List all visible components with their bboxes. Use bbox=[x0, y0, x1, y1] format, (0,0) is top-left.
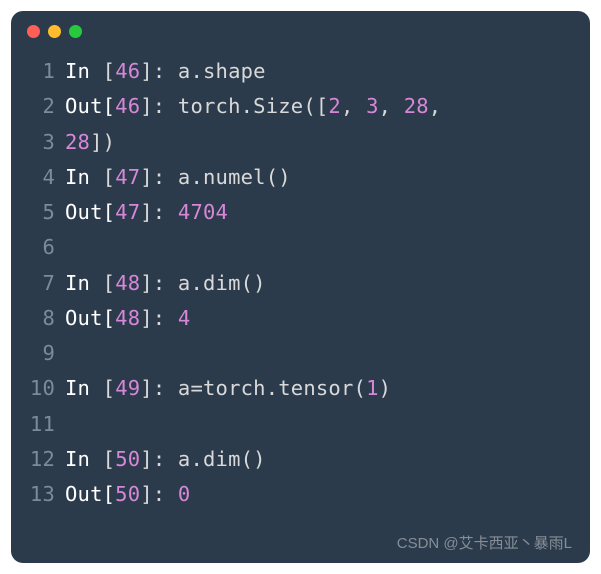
line-number: 13 bbox=[21, 477, 55, 512]
token: [ bbox=[103, 165, 116, 189]
token: ]) bbox=[90, 130, 115, 154]
token: 2 bbox=[328, 94, 341, 118]
code-area: 1In [46]: a.shape2Out[46]: torch.Size([2… bbox=[11, 46, 590, 528]
token: ]: bbox=[140, 94, 178, 118]
line-number: 12 bbox=[21, 442, 55, 477]
token: [ bbox=[103, 271, 116, 295]
token: ]: bbox=[140, 59, 178, 83]
line-content: Out[48]: 4 bbox=[65, 301, 190, 336]
token: , bbox=[341, 94, 366, 118]
token: ]: bbox=[140, 376, 178, 400]
code-line: 4 In [47]: a.numel() bbox=[21, 160, 580, 195]
token: In bbox=[65, 447, 103, 471]
token: In bbox=[65, 165, 103, 189]
token: Out[ bbox=[65, 306, 115, 330]
token: 4 bbox=[178, 306, 191, 330]
line-number: 8 bbox=[21, 301, 55, 336]
token: ) bbox=[379, 376, 392, 400]
token: ]: bbox=[140, 482, 178, 506]
line-number: 5 bbox=[21, 195, 55, 230]
token: torch.Size([ bbox=[178, 94, 329, 118]
line-content: In [49]: a=torch.tensor(1) bbox=[65, 371, 391, 406]
line-content: In [50]: a.dim() bbox=[65, 442, 266, 477]
token: ]: bbox=[140, 271, 178, 295]
token: 46 bbox=[115, 59, 140, 83]
code-line: 11 bbox=[21, 407, 580, 442]
token: Out[ bbox=[65, 94, 115, 118]
token: a.shape bbox=[178, 59, 266, 83]
token: 3 bbox=[366, 94, 379, 118]
watermark-text: CSDN @艾卡西亚丶暴雨L bbox=[397, 532, 572, 553]
token: 0 bbox=[178, 482, 191, 506]
line-content: In [48]: a.dim() bbox=[65, 266, 266, 301]
line-number: 1 bbox=[21, 54, 55, 89]
line-number: 9 bbox=[21, 336, 55, 371]
token: ]: bbox=[140, 200, 178, 224]
token: In bbox=[65, 376, 103, 400]
terminal-window: 1In [46]: a.shape2Out[46]: torch.Size([2… bbox=[11, 11, 590, 563]
line-content: Out[47]: 4704 bbox=[65, 195, 228, 230]
minimize-icon[interactable] bbox=[48, 25, 61, 38]
code-line: 8 Out[48]: 4 bbox=[21, 301, 580, 336]
token: , bbox=[379, 94, 404, 118]
token: 28 bbox=[404, 94, 429, 118]
token: 46 bbox=[115, 94, 140, 118]
line-number: 7 bbox=[21, 266, 55, 301]
token: 28 bbox=[65, 130, 90, 154]
token: 47 bbox=[115, 165, 140, 189]
code-line: 3 28]) bbox=[21, 125, 580, 160]
token: 1 bbox=[366, 376, 379, 400]
token: [ bbox=[103, 59, 116, 83]
token: a.numel() bbox=[178, 165, 291, 189]
line-content: Out[50]: 0 bbox=[65, 477, 190, 512]
code-line: 10 In [49]: a=torch.tensor(1) bbox=[21, 371, 580, 406]
token: [ bbox=[103, 376, 116, 400]
token: 49 bbox=[115, 376, 140, 400]
code-line: 13 Out[50]: 0 bbox=[21, 477, 580, 512]
token: a=torch.tensor( bbox=[178, 376, 366, 400]
token: 50 bbox=[115, 447, 140, 471]
line-number: 2 bbox=[21, 89, 55, 124]
code-line: 5 Out[47]: 4704 bbox=[21, 195, 580, 230]
token: ]: bbox=[140, 165, 178, 189]
token: 48 bbox=[115, 306, 140, 330]
token: 47 bbox=[115, 200, 140, 224]
token: Out[ bbox=[65, 200, 115, 224]
code-line: 1 In [46]: a.shape bbox=[21, 54, 580, 89]
token: a.dim() bbox=[178, 271, 266, 295]
token: 50 bbox=[115, 482, 140, 506]
token: a.dim() bbox=[178, 447, 266, 471]
line-number: 11 bbox=[21, 407, 55, 442]
line-number: 3 bbox=[21, 125, 55, 160]
line-content: In [46]: a.shape bbox=[65, 54, 266, 89]
token: Out[ bbox=[65, 482, 115, 506]
token: 4704 bbox=[178, 200, 228, 224]
maximize-icon[interactable] bbox=[69, 25, 82, 38]
token: , bbox=[429, 94, 442, 118]
code-line: 12 In [50]: a.dim() bbox=[21, 442, 580, 477]
token: 48 bbox=[115, 271, 140, 295]
token: ]: bbox=[140, 306, 178, 330]
token: ]: bbox=[140, 447, 178, 471]
code-line: 9 bbox=[21, 336, 580, 371]
close-icon[interactable] bbox=[27, 25, 40, 38]
line-number: 6 bbox=[21, 230, 55, 265]
code-line: 7 In [48]: a.dim() bbox=[21, 266, 580, 301]
line-content: 28]) bbox=[65, 125, 115, 160]
line-number: 4 bbox=[21, 160, 55, 195]
titlebar bbox=[11, 11, 590, 46]
line-content: Out[46]: torch.Size([2, 3, 28, bbox=[65, 89, 441, 124]
code-line: 2Out[46]: torch.Size([2, 3, 28, bbox=[21, 89, 580, 124]
line-number: 10 bbox=[21, 371, 55, 406]
code-line: 6 bbox=[21, 230, 580, 265]
token: In bbox=[65, 271, 103, 295]
token: In bbox=[65, 59, 103, 83]
line-content: In [47]: a.numel() bbox=[65, 160, 291, 195]
token: [ bbox=[103, 447, 116, 471]
